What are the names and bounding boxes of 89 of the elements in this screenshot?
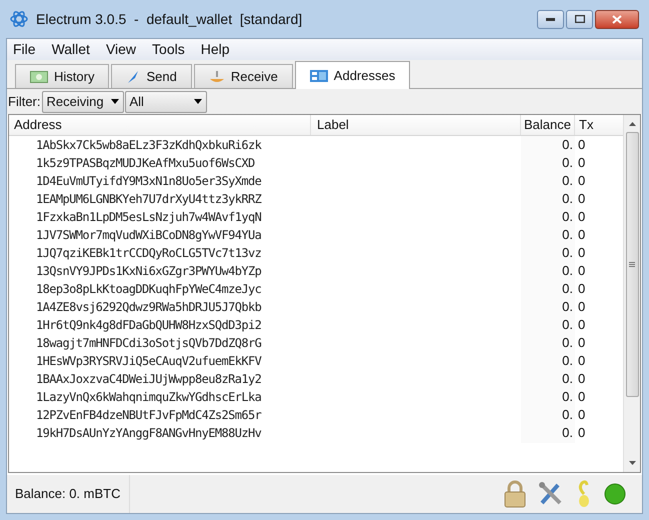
address-cell-text: 1Hr6tQ9nk4g8dFDaGbQUHW8HzxSQdD3pi2	[35, 317, 262, 334]
menu-item[interactable]: Wallet	[52, 39, 90, 60]
balance-cell: 0.	[521, 315, 575, 335]
address-cell-text: 1BAAxJoxzvaC4DWeiJUjWwpp8eu8zRa1y2	[35, 371, 262, 388]
padlock-icon[interactable]	[504, 480, 526, 508]
column-header[interactable]: Label	[311, 115, 521, 135]
balance-cell: 0.	[521, 297, 575, 317]
tab[interactable]: Receive	[194, 64, 293, 88]
tx-cell-text: 0	[577, 280, 586, 298]
address-cell-text: 1EAMpUM6LGNBKYeh7U7drXyU4ttz3ykRRZ	[35, 191, 262, 208]
banknote-icon	[30, 70, 48, 82]
network-status-icon[interactable]	[604, 483, 626, 505]
balance-cell: 0.	[521, 225, 575, 245]
column-header[interactable]: Tx	[575, 115, 623, 135]
window-title: Electrum 3.0.5 - default_wallet [standard]	[36, 10, 302, 29]
atom-icon	[10, 10, 28, 28]
minimize-icon	[546, 18, 555, 20]
address-cell-text: 19kH7DsAUnYzYAnggF8ANGvHnyEM88UzHv	[35, 425, 262, 442]
tab[interactable]: History	[15, 64, 110, 88]
balance-cell: 0.	[521, 261, 575, 281]
address-cell-text: 1HEsWVp3RYSRVJiQ5eCAuqV2ufuemEkKFV	[35, 353, 262, 370]
balance-cell: 0.	[521, 171, 575, 191]
tx-cell-text: 0	[577, 388, 586, 406]
address-cell-text: 1A4ZE8vsj6292Qdwz9RWa5hDRJU5J7Qbkb	[35, 299, 262, 316]
address-cell-text: 1LazyVnQx6kWahqnimquZkwYGdhscErLka	[35, 389, 262, 406]
tx-cell-text: 0	[577, 424, 586, 442]
balance-cell: 0.	[521, 243, 575, 263]
tx-cell-text: 0	[577, 406, 586, 424]
address-cell-text: 1AbSkx7Ck5wb8aELz3F3zKdhQxbkuRi6zk	[35, 137, 262, 154]
tx-cell-text: 0	[577, 172, 586, 190]
close-button[interactable]	[595, 10, 639, 28]
tray-icon	[208, 70, 225, 84]
address-cell-text: 12PZvEnFB4dzeNBUtFJvFpMdC4Zs2Sm65r	[35, 407, 262, 424]
address-cell-text: 1JQ7qziKEBk1trCCDQyRoCLG5TVc7t13vz	[35, 245, 262, 262]
address-cell-text: 1D4EuVmUTyifdY9M3xN1n8Uo5er3SyXmde	[35, 173, 262, 190]
maximize-icon	[574, 15, 584, 23]
scroll-up-icon	[628, 122, 636, 126]
address-book-icon	[310, 70, 328, 82]
caret-icon	[110, 99, 118, 104]
tx-cell-text: 0	[577, 370, 586, 388]
balance-cell: 0.	[521, 153, 575, 173]
dropdown[interactable]: Receiving	[42, 90, 124, 112]
quill-icon	[126, 70, 140, 84]
menu-item[interactable]: File	[13, 39, 36, 60]
tx-cell-text: 0	[577, 334, 586, 352]
address-cell-text: 18wagjt7mHNFDCdi3oSotjsQVb7DdZQ8rG	[35, 335, 262, 352]
tools-icon[interactable]	[538, 481, 564, 507]
caret-icon	[194, 99, 202, 104]
tab[interactable]: Send	[111, 64, 192, 88]
tx-cell-text: 0	[577, 262, 586, 280]
balance-cell: 0.	[521, 189, 575, 209]
column-header[interactable]: Balance	[521, 115, 575, 135]
balance-cell: 0.	[521, 351, 575, 371]
address-cell-text: 13QsnVY9JPDs1KxNi6xGZgr3PWYUw4bYZp	[35, 263, 262, 280]
balance-cell: 0.	[521, 279, 575, 299]
tx-cell-text: 0	[577, 136, 586, 154]
tx-cell-text: 0	[577, 244, 586, 262]
tx-cell-text: 0	[577, 352, 586, 370]
address-cell-text: 1FzxkaBn1LpDM5esLsNzjuh7w4WAvf1yqN	[35, 209, 262, 226]
tab[interactable]: Addresses	[294, 61, 410, 89]
tx-cell-text: 0	[577, 298, 586, 316]
tx-cell-text: 0	[577, 154, 586, 172]
balance-cell: 0.	[521, 423, 575, 443]
menu-item[interactable]: Help	[200, 39, 230, 60]
filter-label: Filter:	[7, 92, 40, 111]
minimize-button[interactable]	[537, 10, 564, 28]
address-cell-text: 18ep3o8pLkKtoagDDKuqhFpYWeC4mzeJyc	[35, 281, 262, 298]
menu-item[interactable]: Tools	[152, 39, 185, 60]
balance-cell: 0.	[521, 207, 575, 227]
scrollbar-thumb[interactable]	[626, 132, 638, 397]
balance-cell: 0.	[521, 405, 575, 425]
tx-cell-text: 0	[577, 226, 586, 244]
column-header[interactable]: Address	[9, 115, 311, 135]
address-cell-text: 1JV7SWMor7mqVudWXiBCoDN8gYwVF94YUa	[35, 227, 262, 244]
close-icon	[612, 14, 622, 24]
scroll-down-icon	[628, 461, 636, 465]
tx-cell-text: 0	[577, 316, 586, 334]
menu-item[interactable]: View	[106, 39, 136, 60]
address-cell-text: 1k5z9TPASBqzMUDJKeAfMxu5uof6WsCXD	[35, 155, 256, 172]
dropdown[interactable]: All	[124, 90, 206, 112]
balance-status: Balance: 0. mBTC	[7, 475, 130, 513]
balance-cell: 0.	[521, 333, 575, 353]
maximize-button[interactable]	[566, 10, 593, 28]
tx-cell-text: 0	[577, 190, 586, 208]
tx-cell-text: 0	[577, 208, 586, 226]
grip-icon	[629, 262, 635, 267]
scrollbar[interactable]	[623, 115, 640, 472]
balance-cell: 0.	[521, 369, 575, 389]
balance-cell: 0.	[521, 387, 575, 407]
